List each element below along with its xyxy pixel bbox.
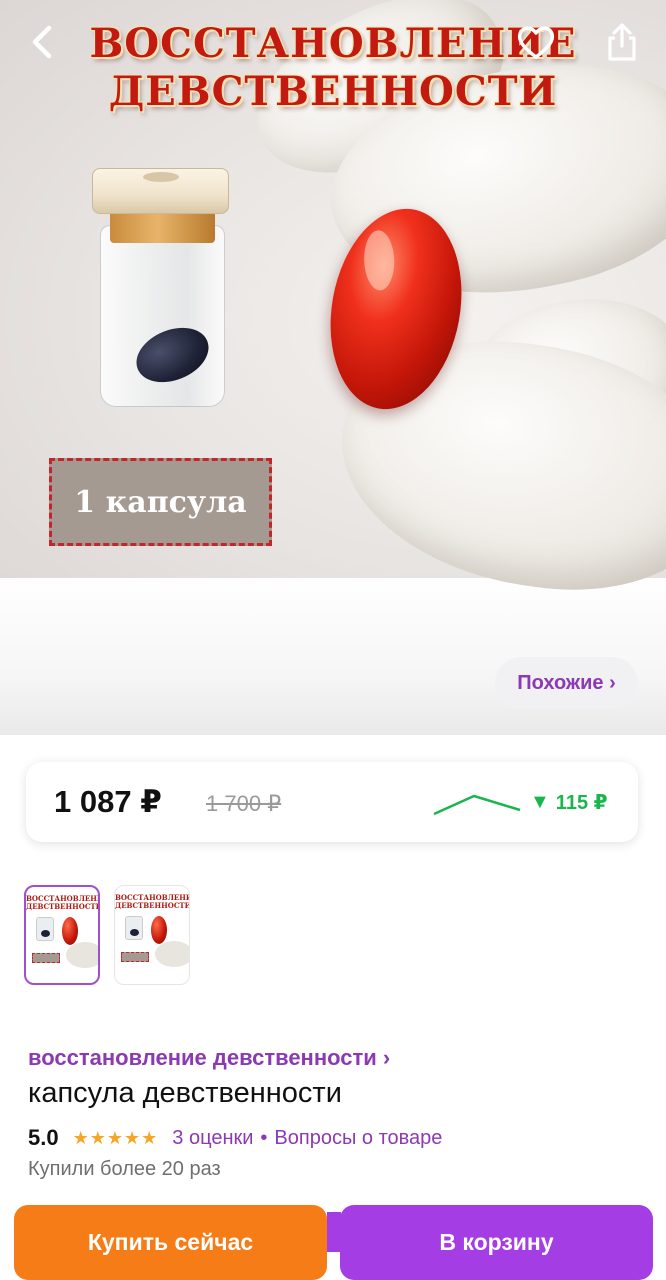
thumbnail-hand	[66, 942, 98, 968]
thumbnail-1[interactable]: ВОССТАНОВЛЕНИЕ ДЕВСТВЕННОСТИ	[24, 885, 100, 985]
vial-cap	[92, 168, 229, 214]
star-rating-icon: ★★★★★	[72, 1127, 159, 1148]
share-button[interactable]	[598, 18, 646, 66]
product-title: капсула девственности	[28, 1077, 342, 1109]
current-price: 1 087 ₽	[54, 784, 162, 819]
down-arrow-icon: ▼	[530, 791, 550, 813]
old-price: 1 700 ₽	[206, 791, 282, 816]
product-gallery[interactable]: ВОССТАНОВЛЕНИЕ ДЕВСТВЕННОСТИ 1 капсула П…	[0, 0, 666, 735]
button-gap-strip	[327, 1212, 341, 1252]
thumbnail-vial	[125, 916, 143, 940]
thumbnail-badge	[121, 952, 149, 962]
favorite-button[interactable]	[512, 18, 560, 66]
back-button[interactable]	[18, 18, 66, 66]
thumbnail-2[interactable]: ВОССТАНОВЛЕНИЕ ДЕВСТВЕННОСТИ	[114, 885, 190, 985]
thumbnail-hand	[155, 941, 189, 967]
hero-title-line2: ДЕВСТВЕННОСТИ	[108, 68, 558, 115]
thumbnail-capsule	[62, 917, 78, 945]
hero-title-line1: ВОССТАНОВЛЕНИЕ	[89, 20, 577, 67]
purchase-count: Купили более 20 раз	[28, 1158, 221, 1180]
chevron-left-icon	[32, 25, 52, 59]
thumbnail-capsule	[151, 916, 167, 944]
thumbnail-title: ВОССТАНОВЛЕНИЕ ДЕВСТВЕННОСТИ	[115, 893, 190, 910]
heart-icon	[517, 26, 555, 59]
category-link[interactable]: восстановление девственности ›	[28, 1045, 390, 1071]
questions-link[interactable]: Вопросы о товаре	[274, 1127, 442, 1150]
thumbnail-vial	[36, 917, 54, 941]
share-icon	[608, 23, 636, 61]
price-card[interactable]: 1 087 ₽ 1 700 ₽ ▼ 115 ₽	[26, 762, 638, 842]
similar-products-button[interactable]: Похожие ›	[495, 657, 638, 709]
product-photo: ВОССТАНОВЛЕНИЕ ДЕВСТВЕННОСТИ 1 капсула	[0, 0, 666, 611]
rating-value: 5.0	[28, 1125, 59, 1150]
separator-dot: •	[260, 1126, 268, 1149]
reviews-link[interactable]: 3 оценки	[172, 1127, 253, 1150]
buy-now-button[interactable]: Купить сейчас	[14, 1205, 327, 1280]
add-to-cart-button[interactable]: В корзину	[340, 1205, 653, 1280]
price-history-chart-icon	[433, 794, 521, 816]
thumbnail-title: ВОССТАНОВЛЕНИЕ ДЕВСТВЕННОСТИ	[26, 894, 100, 911]
capsule-count-text: 1 капсула	[74, 484, 247, 520]
capsule-count-badge: 1 капсула	[49, 458, 272, 546]
price-drop: ▼ 115 ₽	[530, 790, 608, 815]
rating-row: 5.0 ★★★★★ 3 оценки • Вопросы о товаре	[28, 1125, 442, 1151]
price-drop-value: 115 ₽	[555, 792, 608, 814]
thumbnail-badge	[32, 953, 60, 963]
